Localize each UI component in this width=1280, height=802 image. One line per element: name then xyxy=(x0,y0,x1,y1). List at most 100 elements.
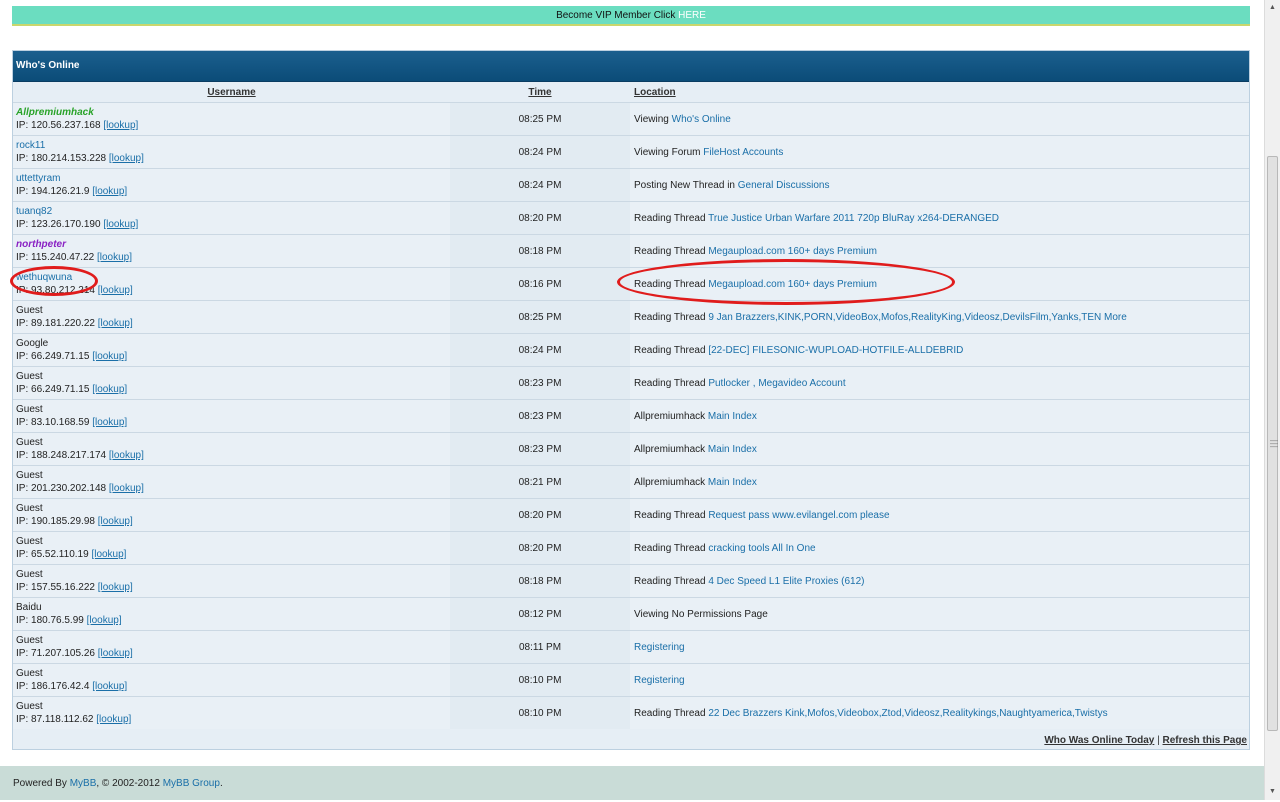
location-link[interactable]: General Discussions xyxy=(738,180,830,191)
location-link[interactable]: Main Index xyxy=(708,477,757,488)
table-header-row: Username Time Location xyxy=(13,82,1249,103)
table-row: tuanq82 IP: 123.26.170.190 [lookup] 08:20 … xyxy=(13,201,1249,235)
footer-suffix: . xyxy=(219,778,223,789)
column-time[interactable]: Time xyxy=(450,82,630,103)
username[interactable]: northpeter xyxy=(16,239,66,250)
location-link[interactable]: True Justice Urban Warfare 2011 720p Blu… xyxy=(708,213,999,224)
mybb-link[interactable]: MyBB xyxy=(70,778,97,789)
time-cell: 08:12 PM xyxy=(450,597,630,631)
ip-address: IP: 93.80.212.214 xyxy=(16,285,95,296)
time-cell: 08:20 PM xyxy=(450,531,630,565)
location-cell: Registering xyxy=(630,663,1249,697)
location-link[interactable]: Registering xyxy=(634,675,685,686)
ip-address: IP: 194.126.21.9 xyxy=(16,186,90,197)
time-cell: 08:25 PM xyxy=(450,102,630,136)
table-row: Guest IP: 66.249.71.15 [lookup] 08:23 PM Re… xyxy=(13,366,1249,400)
column-username[interactable]: Username xyxy=(13,82,450,103)
table-row: Guest IP: 188.248.217.174 [lookup] 08:23 P… xyxy=(13,432,1249,466)
ip-address: IP: 186.176.42.4 xyxy=(16,681,90,692)
username[interactable]: uttettyram xyxy=(16,173,60,184)
table-row: northpeter IP: 115.240.47.22 [lookup] 08:1… xyxy=(13,234,1249,268)
username[interactable]: rock11 xyxy=(16,140,45,151)
location-link[interactable]: Main Index xyxy=(708,444,757,455)
ip-address: IP: 115.240.47.22 xyxy=(16,252,95,263)
lookup-link[interactable]: [lookup] xyxy=(96,714,131,725)
username: Guest xyxy=(16,305,43,316)
location-link[interactable]: Putlocker , Megavideo Account xyxy=(708,378,845,389)
user-cell: Guest IP: 186.176.42.4 [lookup] xyxy=(13,663,450,697)
lookup-link[interactable]: [lookup] xyxy=(87,615,122,626)
lookup-link[interactable]: [lookup] xyxy=(103,120,138,131)
lookup-link[interactable]: [lookup] xyxy=(98,516,133,527)
ip-address: IP: 66.249.71.15 xyxy=(16,384,90,395)
location-action: Reading Thread xyxy=(634,278,709,290)
table-row: Guest IP: 201.230.202.148 [lookup] 08:21 P… xyxy=(13,465,1249,499)
time-cell: 08:24 PM xyxy=(450,135,630,169)
location-action: Reading Thread xyxy=(634,212,709,224)
location-link[interactable]: Who's Online xyxy=(672,114,731,125)
lookup-link[interactable]: [lookup] xyxy=(92,384,127,395)
lookup-link[interactable]: [lookup] xyxy=(109,450,144,461)
lookup-link[interactable]: [lookup] xyxy=(92,186,127,197)
lookup-link[interactable]: [lookup] xyxy=(98,648,133,659)
lookup-link[interactable]: [lookup] xyxy=(97,252,132,263)
scrollbar-thumb[interactable]: — — — xyxy=(1267,156,1278,731)
table-row: Guest IP: 89.181.220.22 [lookup] 08:25 PM R… xyxy=(13,300,1249,334)
vertical-scrollbar[interactable]: ▲ — — — ▼ xyxy=(1264,0,1280,800)
location-cell: Viewing No Permissions Page xyxy=(630,597,1249,631)
mybb-group-link[interactable]: MyBB Group xyxy=(163,778,220,789)
who-was-online-today-link[interactable]: Who Was Online Today xyxy=(1044,735,1154,746)
location-cell: Reading Thread cracking tools All In One xyxy=(630,531,1249,565)
user-cell: Guest IP: 83.10.168.59 [lookup] xyxy=(13,399,450,433)
location-action: Viewing No Permissions Page xyxy=(634,608,768,620)
username: Guest xyxy=(16,503,43,514)
scroll-up-arrow-icon[interactable]: ▲ xyxy=(1265,0,1280,16)
location-link[interactable]: FileHost Accounts xyxy=(703,147,783,158)
ip-address: IP: 190.185.29.98 xyxy=(16,516,95,527)
lookup-link[interactable]: [lookup] xyxy=(109,483,144,494)
table-row: Allpremiumhack IP: 120.56.237.168 [lookup… xyxy=(13,102,1249,136)
vip-here-link[interactable]: HERE xyxy=(678,10,706,21)
username[interactable]: Allpremiumhack xyxy=(16,107,94,118)
column-location[interactable]: Location xyxy=(630,82,1249,103)
user-cell: Guest IP: 190.185.29.98 [lookup] xyxy=(13,498,450,532)
location-link[interactable]: 9 Jan Brazzers,KINK,PORN,VideoBox,Mofos,… xyxy=(708,312,1127,323)
location-link[interactable]: Main Index xyxy=(708,411,757,422)
location-link[interactable]: Megaupload.com 160+ days Premium xyxy=(708,246,877,257)
user-cell: rock11 IP: 180.214.153.228 [lookup] xyxy=(13,135,450,169)
user-cell: Guest IP: 66.249.71.15 [lookup] xyxy=(13,366,450,400)
lookup-link[interactable]: [lookup] xyxy=(103,219,138,230)
lookup-link[interactable]: [lookup] xyxy=(92,681,127,692)
refresh-page-link[interactable]: Refresh this Page xyxy=(1163,735,1247,746)
location-cell: Allpremiumhack Main Index xyxy=(630,399,1249,433)
location-cell: Reading Thread Putlocker , Megavideo Acc… xyxy=(630,366,1249,400)
location-action: Reading Thread xyxy=(634,707,709,719)
lookup-link[interactable]: [lookup] xyxy=(91,549,126,560)
location-link[interactable]: Request pass www.evilangel.com please xyxy=(708,510,889,521)
username[interactable]: wethuqwuna xyxy=(16,272,72,283)
location-link[interactable]: Megaupload.com 160+ days Premium xyxy=(708,279,877,290)
location-link[interactable]: Registering xyxy=(634,642,685,653)
table-row: rock11 IP: 180.214.153.228 [lookup] 08:24 … xyxy=(13,135,1249,169)
user-cell: Allpremiumhack IP: 120.56.237.168 [lookup… xyxy=(13,102,450,136)
lookup-link[interactable]: [lookup] xyxy=(98,285,133,296)
location-cell: Viewing Who's Online xyxy=(630,102,1249,136)
location-link[interactable]: cracking tools All In One xyxy=(708,543,815,554)
location-link[interactable]: 4 Dec Speed L1 Elite Proxies (612) xyxy=(708,576,864,587)
time-cell: 08:11 PM xyxy=(450,630,630,664)
lookup-link[interactable]: [lookup] xyxy=(98,582,133,593)
location-action: Reading Thread xyxy=(634,311,709,323)
table-row: Guest IP: 157.55.16.222 [lookup] 08:18 PM R… xyxy=(13,564,1249,598)
username: Guest xyxy=(16,569,43,580)
user-cell: Google IP: 66.249.71.15 [lookup] xyxy=(13,333,450,367)
location-cell: Reading Thread True Justice Urban Warfar… xyxy=(630,201,1249,235)
username[interactable]: tuanq82 xyxy=(16,206,52,217)
username: Guest xyxy=(16,701,43,712)
lookup-link[interactable]: [lookup] xyxy=(109,153,144,164)
location-link[interactable]: [22-DEC] FILESONIC-WUPLOAD-HOTFILE-ALLDE… xyxy=(708,345,963,356)
scroll-down-arrow-icon[interactable]: ▼ xyxy=(1265,784,1280,800)
location-link[interactable]: 22 Dec Brazzers Kink,Mofos,Videobox,Ztod… xyxy=(708,708,1107,719)
lookup-link[interactable]: [lookup] xyxy=(98,318,133,329)
lookup-link[interactable]: [lookup] xyxy=(92,417,127,428)
lookup-link[interactable]: [lookup] xyxy=(92,351,127,362)
